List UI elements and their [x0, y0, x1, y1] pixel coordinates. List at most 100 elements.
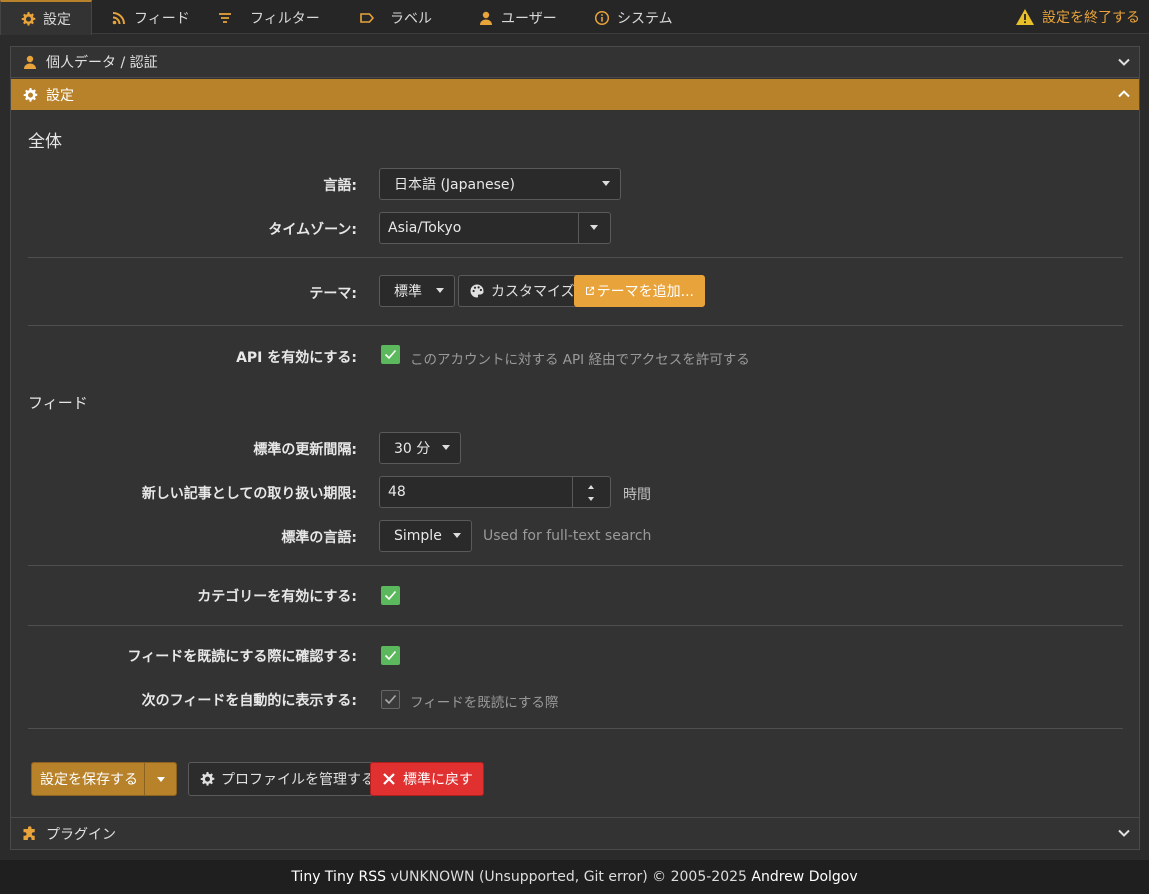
tab-users[interactable]: ユーザー	[459, 0, 557, 35]
tab-labels[interactable]: ラベル	[340, 0, 432, 35]
save-settings-button[interactable]: 設定を保存する	[31, 762, 177, 796]
check-icon	[384, 349, 397, 360]
accordion-settings[interactable]: 設定	[11, 79, 1139, 110]
add-theme-label: テーマを追加...	[596, 284, 694, 300]
footer-version: vUNKNOWN (Unsupported, Git error) © 2005…	[386, 869, 752, 885]
timezone-label: タイムゾーン:	[268, 222, 357, 238]
preferences-panel: 個人データ / 認証 設定 全体 言語: 日本語 (Japanese) タイムゾ…	[10, 46, 1140, 850]
footer-app-name: Tiny Tiny RSS	[291, 869, 387, 885]
chevron-up-icon	[1118, 90, 1130, 98]
puzzle-icon	[23, 825, 35, 840]
tab-preferences[interactable]: 設定	[0, 0, 92, 35]
fresh-limit-label: 新しい記事としての取り扱い期限:	[141, 486, 357, 502]
caret-down-icon	[453, 533, 461, 538]
fresh-limit-value: 48	[388, 484, 406, 500]
rss-icon	[112, 11, 125, 24]
info-icon	[594, 10, 610, 25]
section-feeds-title: フィード	[28, 394, 88, 412]
categories-checkbox[interactable]	[381, 586, 400, 605]
timezone-value: Asia/Tokyo	[388, 220, 462, 236]
accordion-title: 設定	[46, 87, 74, 104]
footer-author: Andrew Dolgov	[751, 869, 858, 885]
manage-profiles-label: プロファイルを管理する	[221, 772, 375, 788]
chevron-down-icon	[1118, 58, 1130, 66]
preferences-tabbar: 設定 フィード フィルター ラベル ユーザー システム 設定を終了する	[0, 0, 1149, 35]
language-select[interactable]: 日本語 (Japanese)	[379, 168, 621, 200]
customize-label: カスタマイズ	[491, 284, 575, 300]
reset-defaults-button[interactable]: 標準に戻す	[370, 762, 484, 796]
fresh-limit-spinner[interactable]: 48	[379, 476, 611, 508]
palette-icon	[470, 284, 484, 298]
caret-down-icon	[590, 225, 598, 230]
tab-feeds[interactable]: フィード	[92, 0, 190, 35]
divider	[28, 325, 1123, 326]
accordion-title: 個人データ / 認証	[46, 55, 158, 71]
update-interval-label: 標準の更新間隔:	[253, 442, 357, 458]
api-label: API を有効にする:	[236, 350, 357, 366]
arrow-down-icon[interactable]	[588, 497, 594, 501]
accordion-title: プラグイン	[46, 826, 116, 843]
tab-label: ユーザー	[501, 10, 557, 27]
tab-label: 設定	[43, 11, 71, 28]
filter-icon	[219, 12, 231, 23]
categories-label: カテゴリーを有効にする:	[197, 589, 357, 605]
save-dropdown-button[interactable]	[144, 763, 176, 795]
accordion-personal-data[interactable]: 個人データ / 認証	[11, 47, 1139, 78]
tab-label: フィード	[134, 10, 190, 27]
external-link-icon	[585, 286, 595, 295]
gear-icon	[21, 11, 36, 26]
caret-down-icon	[436, 288, 444, 293]
accordion-plugins[interactable]: プラグイン	[11, 817, 1139, 849]
tab-filters[interactable]: フィルター	[198, 0, 320, 35]
spinner-buttons[interactable]	[572, 477, 610, 507]
add-theme-button[interactable]: テーマを追加...	[574, 275, 705, 307]
caret-down-icon	[157, 777, 165, 782]
divider	[28, 257, 1123, 258]
theme-label: テーマ:	[309, 286, 357, 302]
fresh-limit-unit: 時間	[623, 487, 651, 503]
save-label: 設定を保存する	[40, 772, 138, 788]
tab-label: フィルター	[250, 10, 320, 27]
tab-label: システム	[617, 10, 673, 27]
check-icon	[384, 694, 397, 705]
label-icon	[360, 12, 375, 23]
exit-label: 設定を終了する	[1042, 10, 1140, 26]
footer: Tiny Tiny RSS vUNKNOWN (Unsupported, Git…	[0, 860, 1149, 894]
timezone-dropdown-button[interactable]	[578, 213, 610, 243]
exit-preferences-link[interactable]: 設定を終了する	[1015, 0, 1140, 34]
auto-next-checkbox[interactable]	[381, 690, 400, 709]
tab-label: ラベル	[390, 10, 432, 27]
timezone-combobox[interactable]: Asia/Tokyo	[379, 212, 611, 244]
api-hint: このアカウントに対する API 経由でアクセスを許可する	[410, 352, 750, 368]
confirm-read-checkbox[interactable]	[381, 646, 400, 665]
check-icon	[384, 650, 397, 661]
warning-icon	[1016, 9, 1034, 25]
reset-label: 標準に戻す	[403, 772, 473, 788]
theme-select[interactable]: 標準	[379, 275, 455, 307]
tab-system[interactable]: システム	[575, 0, 673, 35]
update-interval-value: 30 分	[394, 441, 431, 457]
api-checkbox[interactable]	[381, 345, 400, 364]
close-icon	[383, 773, 395, 785]
user-icon	[24, 55, 36, 69]
default-language-select[interactable]: Simple	[379, 520, 472, 552]
update-interval-select[interactable]: 30 分	[379, 432, 461, 464]
caret-down-icon	[602, 181, 610, 186]
divider	[28, 625, 1123, 626]
default-language-hint: Used for full-text search	[483, 528, 652, 544]
default-language-label: 標準の言語:	[281, 530, 357, 546]
theme-value: 標準	[394, 284, 422, 300]
arrow-up-icon[interactable]	[588, 485, 594, 489]
auto-next-hint: フィードを既読にする際	[410, 695, 559, 711]
language-value: 日本語 (Japanese)	[394, 177, 515, 193]
manage-profiles-button[interactable]: プロファイルを管理する	[188, 762, 386, 796]
chevron-down-icon	[1118, 829, 1130, 837]
divider	[28, 728, 1123, 729]
section-general-title: 全体	[28, 132, 62, 152]
confirm-read-label: フィードを既読にする際に確認する:	[127, 649, 357, 665]
user-icon	[480, 11, 492, 25]
check-icon	[384, 590, 397, 601]
auto-next-label: 次のフィードを自動的に表示する:	[141, 693, 357, 709]
language-label: 言語:	[323, 178, 357, 194]
customize-theme-button[interactable]: カスタマイズ	[458, 275, 586, 307]
